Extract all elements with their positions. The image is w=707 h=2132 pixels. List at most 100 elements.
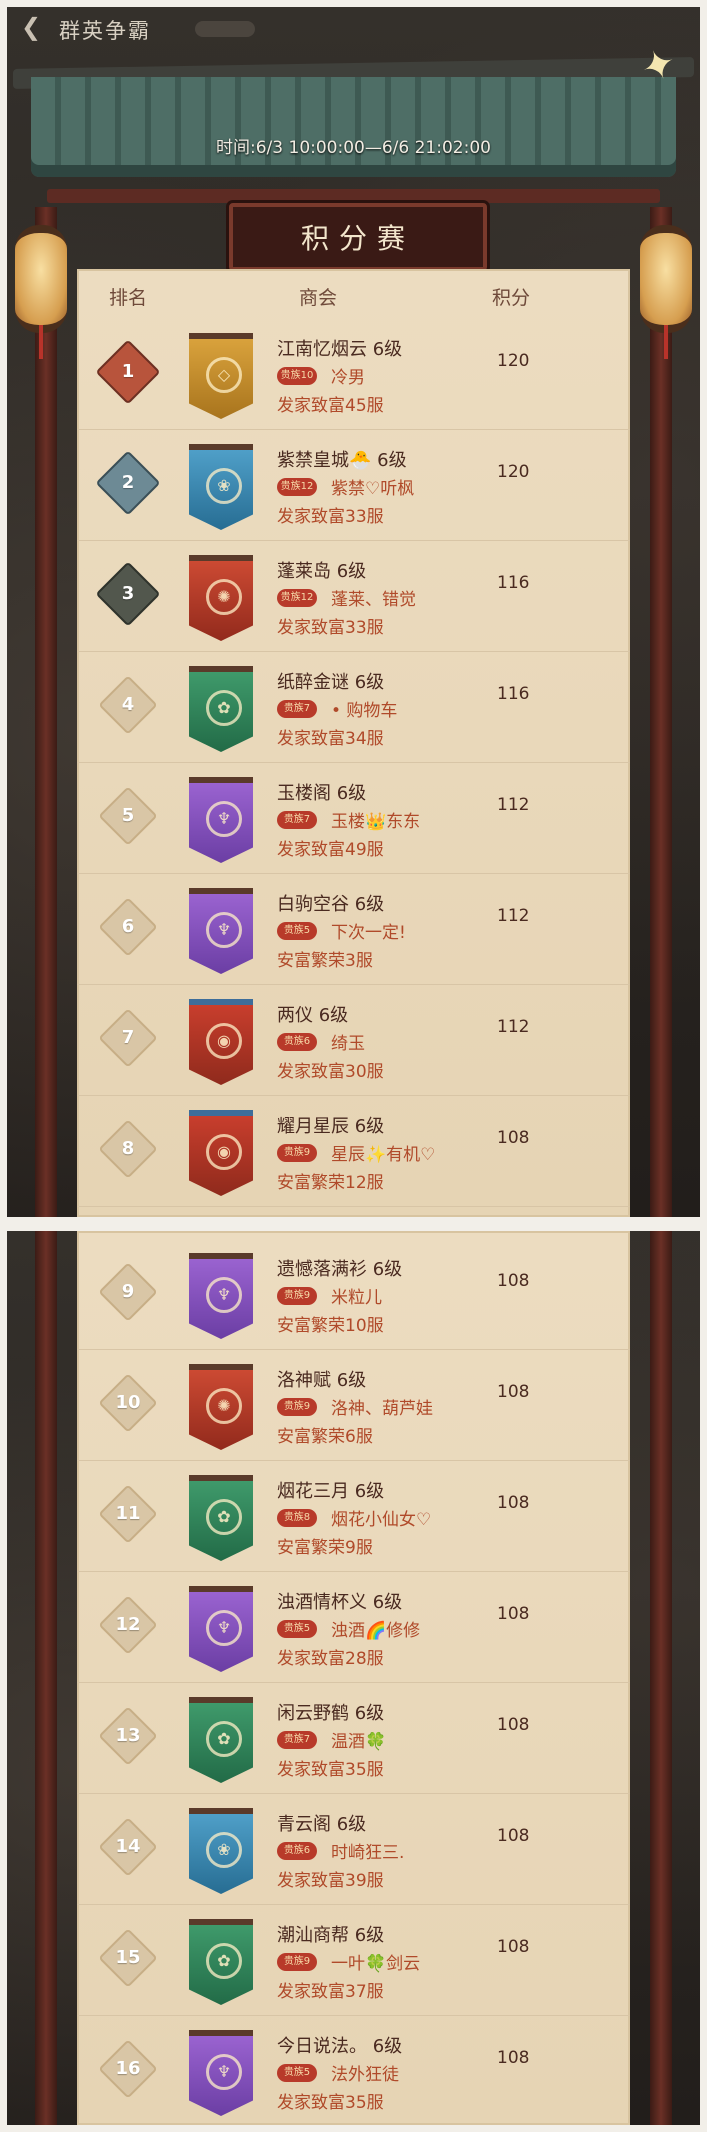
leader-name[interactable]: 烟花小仙女♡ (331, 1505, 431, 1530)
score-value: 108 (497, 1715, 530, 1735)
guild-leader: 贵族5 法外狂徒 (277, 2060, 399, 2085)
lantern-icon (15, 225, 67, 333)
score-value: 120 (497, 351, 530, 371)
guild-leader: 贵族9 一叶🍀剑云 (277, 1949, 420, 1974)
ranking-row[interactable]: 7 ◉ 两仪 6级 贵族6 绮玉 发家致富30服 112 (77, 985, 630, 1096)
guild-name[interactable]: 耀月星辰 6级 (277, 1112, 384, 1138)
guild-name[interactable]: 烟花三月 6级 (277, 1477, 384, 1503)
leader-name[interactable]: 蓬莱、错觉 (331, 585, 416, 610)
ranking-row[interactable]: 13 ✿ 闲云野鹤 6级 贵族7 温酒🍀 发家致富35服 108 (77, 1683, 630, 1794)
lantern-tassel (664, 325, 668, 359)
server-name: 发家致富30服 (277, 1062, 384, 1082)
guild-name[interactable]: 白驹空谷 6级 (277, 890, 384, 916)
ranking-row[interactable]: 1 ◇ 江南忆烟云 6级 贵族10 冷男 发家致富45服 120 (77, 319, 630, 430)
back-arrow-icon[interactable]: ❮ (21, 13, 41, 41)
ranking-row[interactable]: 2 ❀ 紫禁皇城🐣 6级 贵族12 紫禁♡听枫 发家致富33服 120 (77, 430, 630, 541)
screen-title: 群英争霸 (59, 19, 151, 43)
leader-name[interactable]: 紫禁♡听枫 (331, 474, 414, 499)
ranking-row[interactable]: 6 ♆ 白驹空谷 6级 贵族5 下次一定! 安富繁荣3服 112 (77, 874, 630, 985)
ranking-row[interactable]: 16 ♆ 今日说法。 6级 贵族5 法外狂徒 发家致富35服 108 (77, 2016, 630, 2125)
guild-name[interactable]: 闲云野鹤 6级 (277, 1699, 384, 1725)
guild-banner-icon[interactable]: ✺ (189, 555, 253, 641)
leader-name[interactable]: 绮玉 (331, 1029, 365, 1054)
guild-name[interactable]: 纸醉金谜 6级 (277, 668, 384, 694)
guild-banner-icon[interactable]: ✺ (189, 1364, 253, 1450)
ranking-row[interactable]: 5 ♆ 玉楼阁 6级 贵族7 玉楼👑东东 发家致富49服 112 (77, 763, 630, 874)
vip-badge: 贵族7 (277, 699, 317, 718)
rank-number: 16 (115, 2058, 141, 2079)
guild-name[interactable]: 紫禁皇城🐣 6级 (277, 446, 407, 472)
leader-name[interactable]: 玉楼👑东东 (331, 807, 420, 832)
ranking-row[interactable]: 4 ✿ 纸醉金谜 6级 贵族7 • 购物车 发家致富34服 116 (77, 652, 630, 763)
guild-name[interactable]: 今日说法。 6级 (277, 2032, 402, 2058)
ranking-row[interactable]: 12 ♆ 浊酒情杯义 6级 贵族5 浊酒🌈修修 发家致富28服 108 (77, 1572, 630, 1683)
leader-name[interactable]: 温酒🍀 (331, 1727, 386, 1752)
guild-emblem-icon: ✺ (206, 579, 242, 615)
leader-name[interactable]: 浊酒🌈修修 (331, 1616, 420, 1641)
guild-name[interactable]: 玉楼阁 6级 (277, 779, 366, 805)
rank-number: 13 (115, 1725, 141, 1746)
ranking-row[interactable]: 9 ♆ 遗憾落满衫 6级 贵族9 米粒儿 安富繁荣10服 108 (77, 1239, 630, 1350)
leader-name[interactable]: 星辰✨有机♡ (331, 1140, 435, 1165)
rank-number: 4 (121, 694, 135, 715)
guild-name[interactable]: 蓬莱岛 6级 (277, 557, 366, 583)
vip-badge: 贵族7 (277, 810, 317, 829)
guild-name[interactable]: 遗憾落满衫 6级 (277, 1255, 402, 1281)
leader-name[interactable]: 下次一定! (331, 918, 406, 943)
ranking-row[interactable]: 11 ✿ 烟花三月 6级 贵族8 烟花小仙女♡ 安富繁荣9服 108 (77, 1461, 630, 1572)
guild-banner-icon[interactable]: ❀ (189, 1808, 253, 1894)
pillar-right (650, 207, 672, 1217)
guild-name[interactable]: 浊酒情杯义 6级 (277, 1588, 402, 1614)
ranking-row[interactable]: 15 ✿ 潮汕商帮 6级 贵族9 一叶🍀剑云 发家致富37服 108 (77, 1905, 630, 2016)
guild-banner-icon[interactable]: ♆ (189, 1586, 253, 1672)
guild-emblem-icon: ❀ (206, 1832, 242, 1868)
server-name: 发家致富34服 (277, 729, 384, 749)
guild-banner-icon[interactable]: ◇ (189, 333, 253, 419)
server-name: 安富繁荣12服 (277, 1173, 384, 1193)
vip-badge: 贵族5 (277, 2063, 317, 2082)
leader-name[interactable]: 时崎狂三. (331, 1838, 404, 1863)
guild-banner-icon[interactable]: ✿ (189, 1697, 253, 1783)
guild-banner-icon[interactable]: ♆ (189, 1253, 253, 1339)
ranking-row[interactable]: 10 ✺ 洛神赋 6级 贵族9 洛神、葫芦娃 安富繁荣6服 108 (77, 1350, 630, 1461)
guild-banner-icon[interactable]: ✿ (189, 666, 253, 752)
vip-badge: 贵族12 (277, 588, 317, 607)
score-value: 112 (497, 1017, 530, 1037)
server-name: 发家致富39服 (277, 1871, 384, 1891)
ranking-row[interactable]: 14 ❀ 青云阁 6级 贵族6 时崎狂三. 发家致富39服 108 (77, 1794, 630, 1905)
rank-number: 5 (121, 805, 135, 826)
score-value: 108 (497, 1493, 530, 1513)
leader-name[interactable]: 一叶🍀剑云 (331, 1949, 420, 1974)
leader-name[interactable]: • 购物车 (331, 696, 397, 721)
score-value: 116 (497, 573, 530, 593)
lantern-tassel (39, 325, 43, 359)
guild-banner-icon[interactable]: ✿ (189, 1919, 253, 2005)
guild-name[interactable]: 潮汕商帮 6级 (277, 1921, 384, 1947)
ranking-row[interactable]: 3 ✺ 蓬莱岛 6级 贵族12 蓬莱、错觉 发家致富33服 116 (77, 541, 630, 652)
leader-name[interactable]: 冷男 (331, 363, 365, 388)
guild-banner-icon[interactable]: ◉ (189, 999, 253, 1085)
guild-banner-icon[interactable]: ❀ (189, 444, 253, 530)
guild-name[interactable]: 两仪 6级 (277, 1001, 348, 1027)
guild-banner-icon[interactable]: ✿ (189, 1475, 253, 1561)
leader-name[interactable]: 法外狂徒 (331, 2060, 399, 2085)
leader-name[interactable]: 洛神、葫芦娃 (331, 1394, 433, 1419)
guild-name[interactable]: 青云阁 6级 (277, 1810, 366, 1836)
vip-badge: 贵族6 (277, 1841, 317, 1860)
guild-banner-icon[interactable]: ◉ (189, 1110, 253, 1196)
roof-tiles (31, 77, 676, 177)
guild-banner-icon[interactable]: ♆ (189, 777, 253, 863)
vip-badge: 贵族9 (277, 1397, 317, 1416)
guild-banner-icon[interactable]: ♆ (189, 888, 253, 974)
ranking-row[interactable]: 8 ◉ 耀月星辰 6级 贵族9 星辰✨有机♡ 安富繁荣12服 108 (77, 1096, 630, 1207)
rank-number: 6 (121, 916, 135, 937)
vip-badge: 贵族9 (277, 1952, 317, 1971)
pavilion-roof: 时间:6/3 10:00:00—6/6 21:02:00 (7, 55, 700, 205)
guild-banner-icon[interactable]: ♆ (189, 2030, 253, 2116)
guild-name[interactable]: 江南忆烟云 6级 (277, 335, 402, 361)
guild-name[interactable]: 洛神赋 6级 (277, 1366, 366, 1392)
guild-leader: 贵族9 洛神、葫芦娃 (277, 1394, 433, 1419)
leader-name[interactable]: 米粒儿 (331, 1283, 382, 1308)
vip-badge: 贵族12 (277, 477, 317, 496)
server-name: 发家致富45服 (277, 396, 384, 416)
